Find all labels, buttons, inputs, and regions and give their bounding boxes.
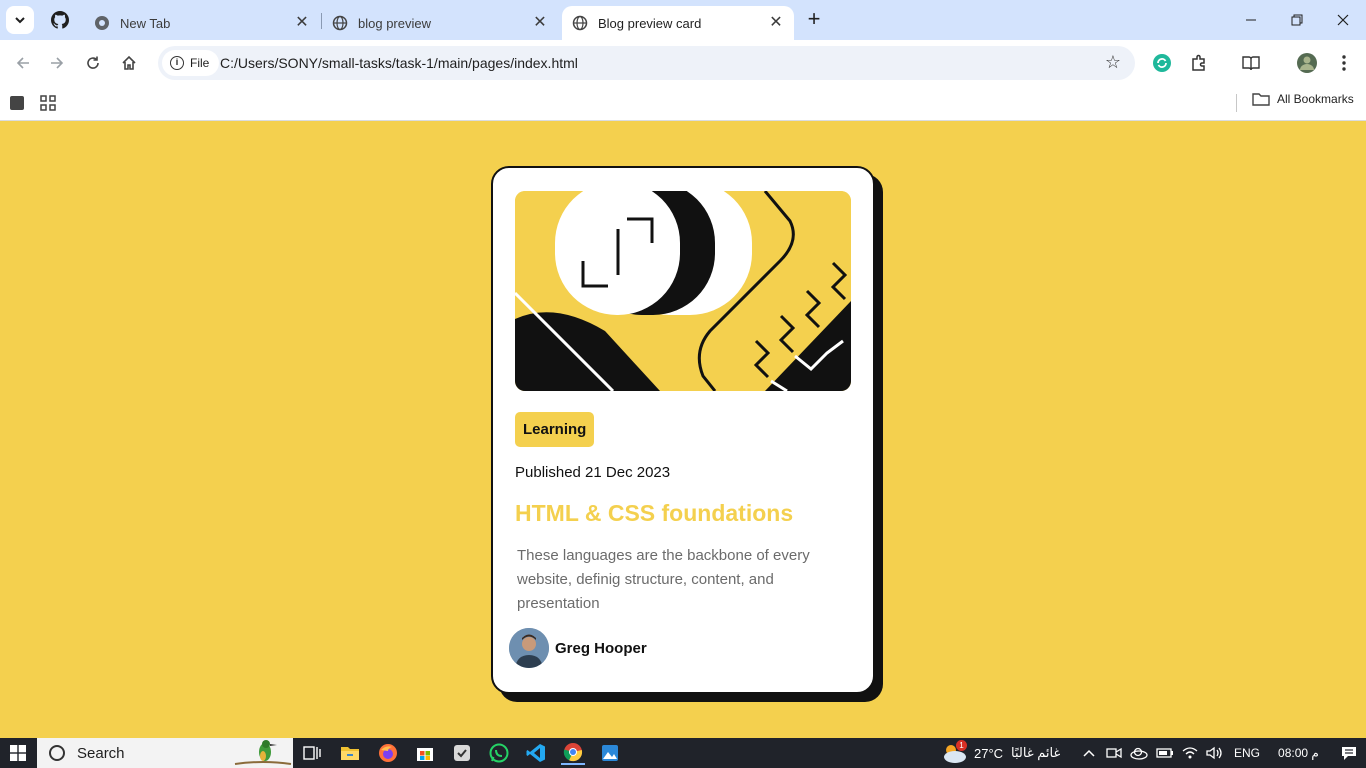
more-options-icon[interactable]	[1333, 52, 1355, 74]
card-description: These languages are the backbone of ever…	[517, 547, 810, 612]
forward-button[interactable]	[42, 48, 72, 78]
hero-illustration	[515, 191, 851, 391]
meet-now-icon[interactable]	[1106, 746, 1122, 760]
address-bar[interactable]: i File C:/Users/SONY/small-tasks/task-1/…	[158, 46, 1135, 80]
battery-icon[interactable]	[1156, 747, 1174, 759]
restore-button[interactable]	[1274, 0, 1320, 40]
photos-app-icon[interactable]	[598, 741, 622, 765]
chrome-icon	[94, 15, 110, 31]
close-tab-icon[interactable]: ✕	[768, 15, 784, 31]
author-name: Greg Hooper	[555, 639, 647, 657]
weather-temp: 27°C	[974, 745, 1004, 761]
tab-blog-preview[interactable]: blog preview ✕	[322, 6, 558, 40]
vscode-icon[interactable]	[524, 741, 548, 765]
file-explorer-icon[interactable]	[338, 741, 362, 765]
tab-new-tab[interactable]: New Tab ✕	[84, 6, 320, 40]
published-date: Published 21 Dec 2023	[515, 464, 671, 481]
back-button[interactable]	[8, 48, 38, 78]
chevron-down-icon	[15, 17, 25, 24]
chevron-up-icon[interactable]	[1082, 746, 1096, 760]
microsoft-store-icon[interactable]	[413, 741, 437, 765]
author: Greg Hooper	[509, 628, 647, 668]
search-icon	[49, 745, 65, 761]
system-tray: ENG 08:00 م	[1082, 738, 1357, 768]
weather-badge: 1	[956, 740, 967, 751]
tab-title: Blog preview card	[598, 15, 702, 31]
new-tab-button[interactable]: +	[802, 8, 826, 32]
tab-title: New Tab	[120, 15, 171, 31]
chrome-taskbar-icon[interactable]	[561, 741, 585, 765]
globe-icon	[572, 15, 588, 31]
folder-icon	[1252, 93, 1270, 106]
tab-blog-preview-card[interactable]: Blog preview card ✕	[562, 6, 794, 40]
bookmarks-separator	[1236, 94, 1237, 112]
wifi-icon[interactable]	[1182, 746, 1198, 760]
home-button[interactable]	[114, 48, 144, 78]
tab-search-button[interactable]	[6, 6, 34, 34]
site-info-chip[interactable]: i File	[162, 50, 220, 76]
bookmarks-bar: All Bookmarks	[0, 86, 1366, 121]
home-icon	[122, 55, 136, 70]
extensions-icon[interactable]	[1188, 52, 1210, 74]
notifications-icon[interactable]	[1341, 745, 1357, 761]
bird-illustration-icon	[234, 740, 292, 765]
page-viewport: Learning Published 21 Dec 2023 HTML & CS…	[0, 121, 1366, 738]
tasks-app-icon[interactable]	[450, 741, 474, 765]
firefox-icon[interactable]	[376, 741, 400, 765]
sync-extension-icon[interactable]	[1151, 52, 1173, 74]
volume-icon[interactable]	[1206, 746, 1224, 760]
github-icon	[51, 11, 69, 29]
taskbar-search[interactable]: Search	[37, 738, 293, 768]
close-icon	[1337, 14, 1349, 26]
profile-avatar[interactable]	[1296, 52, 1318, 74]
info-icon: i	[170, 56, 184, 70]
windows-taskbar: Search 1 27°C غائم غالبًا ENG 08:00 م	[0, 738, 1366, 768]
task-view-icon[interactable]	[300, 741, 324, 765]
reload-button[interactable]	[78, 48, 108, 78]
globe-icon	[332, 15, 348, 31]
tab-strip: New Tab ✕ blog preview ✕ Blog preview ca…	[0, 0, 1366, 40]
close-window-button[interactable]	[1320, 0, 1366, 40]
browser-toolbar: i File C:/Users/SONY/small-tasks/task-1/…	[0, 40, 1366, 86]
close-tab-icon[interactable]: ✕	[294, 15, 310, 31]
arrow-left-icon	[16, 57, 29, 69]
start-button[interactable]	[0, 738, 36, 768]
card-title[interactable]: HTML & CSS foundations	[515, 500, 793, 527]
search-label: Search	[77, 744, 125, 762]
arrow-right-icon	[51, 57, 64, 69]
url-text[interactable]: C:/Users/SONY/small-tasks/task-1/main/pa…	[220, 55, 578, 71]
scheme-label: File	[190, 56, 210, 70]
weather-widget[interactable]: 1 27°C غائم غالبًا	[940, 738, 1060, 768]
minimize-icon	[1246, 19, 1256, 21]
close-tab-icon[interactable]: ✕	[532, 15, 548, 31]
reading-list-icon[interactable]	[1240, 52, 1262, 74]
minimize-button[interactable]	[1228, 0, 1274, 40]
avatar	[509, 628, 549, 668]
language-indicator[interactable]: ENG	[1234, 746, 1260, 760]
onedrive-icon[interactable]	[1130, 746, 1148, 760]
blog-preview-card: Learning Published 21 Dec 2023 HTML & CS…	[491, 166, 875, 694]
tab-title: blog preview	[358, 15, 431, 31]
restore-icon	[1291, 14, 1303, 26]
apps-grid-icon[interactable]	[37, 92, 59, 114]
clock[interactable]: 08:00 م	[1278, 746, 1319, 760]
pinned-tab-github[interactable]	[44, 6, 76, 34]
reload-icon	[87, 56, 99, 69]
whatsapp-icon[interactable]	[487, 741, 511, 765]
all-bookmarks-label: All Bookmarks	[1277, 92, 1354, 106]
category-tag: Learning	[515, 412, 595, 447]
tab-groups-icon[interactable]	[6, 92, 28, 114]
weather-desc: غائم غالبًا	[1011, 745, 1061, 760]
windows-icon	[10, 745, 26, 761]
all-bookmarks-button[interactable]: All Bookmarks	[1252, 92, 1354, 106]
bookmark-star-icon[interactable]: ☆	[1105, 52, 1121, 73]
